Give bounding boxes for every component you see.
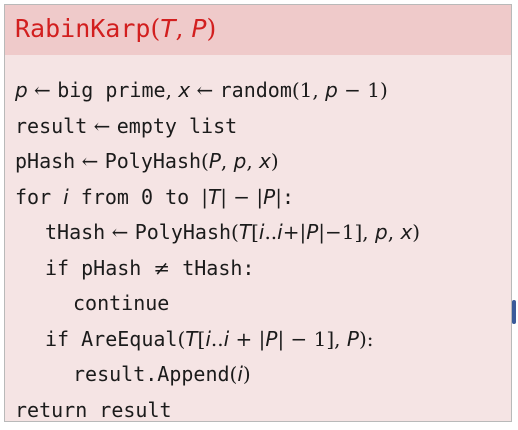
title-arg-p: P <box>191 14 206 43</box>
comma: , <box>166 78 179 102</box>
var-phash: pHash <box>15 149 75 173</box>
var-phash: pHash <box>81 256 141 280</box>
colon: : <box>282 185 294 209</box>
title-arg-t: T <box>160 14 175 43</box>
var-P: P <box>263 185 275 209</box>
assign-arrow: ← <box>190 78 219 102</box>
abs-bar: | <box>201 185 208 209</box>
paren-close: ) <box>243 362 251 386</box>
var-p: p <box>234 149 247 173</box>
empty-list-text: empty list <box>117 114 237 138</box>
bracket-open: [ <box>251 220 259 244</box>
assign-arrow: ← <box>28 78 57 102</box>
code-line-10: return result <box>15 395 420 430</box>
areequal-fn: AreEqual <box>81 327 177 351</box>
minus-expr: | − | <box>220 185 263 209</box>
code-line-4: for i from 0 to |T| − |P|: <box>15 182 420 218</box>
var-result: result <box>99 398 171 422</box>
var-thash: tHash <box>45 220 105 244</box>
var-x: x <box>259 149 271 173</box>
polyhash-fn: PolyHash <box>105 149 201 173</box>
var-p: p <box>325 78 338 102</box>
to-keyword: to <box>165 185 189 209</box>
var-x: x <box>400 220 412 244</box>
plus-abs: + | <box>229 327 265 351</box>
zero-value: 0 <box>141 185 153 209</box>
paren-open: ( <box>231 220 239 244</box>
big-prime-text: big prime <box>57 78 165 102</box>
code-line-5: tHash ← PolyHash(T[i..i+|P|−1], p, x) <box>15 217 420 253</box>
minus-one: |−1], <box>318 220 375 244</box>
random-args: (1, <box>292 78 325 102</box>
code-line-8: if AreEqual(T[i..i + |P| − 1], P): <box>15 324 420 360</box>
comma: , <box>246 149 259 173</box>
var-i: i <box>63 185 69 209</box>
range-dots: .. <box>211 327 224 351</box>
code-line-1: p ← big prime, x ← random(1, p − 1) <box>15 75 420 111</box>
title-name: RabinKarp <box>15 14 150 43</box>
return-keyword: return <box>15 398 87 422</box>
if-keyword: if <box>45 327 69 351</box>
title-bar: RabinKarp(T, P) <box>5 5 511 55</box>
code-line-9: result.Append(i) <box>15 359 420 395</box>
assign-arrow: ← <box>105 220 134 244</box>
code-line-3: pHash ← PolyHash(P, p, x) <box>15 146 420 182</box>
paren-close-colon: ): <box>359 327 374 351</box>
var-result: result <box>15 114 87 138</box>
cursor-edge-marker <box>512 300 516 324</box>
assign-arrow: ← <box>75 149 104 173</box>
title-paren-open: ( <box>150 14 160 43</box>
pseudocode-card: RabinKarp(T, P) p ← big prime, x ← rando… <box>4 4 512 422</box>
var-p: p <box>375 220 388 244</box>
comma: , <box>388 220 401 244</box>
for-keyword: for <box>15 185 51 209</box>
append-call: result.Append <box>73 362 230 386</box>
var-p: p <box>15 78 28 102</box>
abs-bar: | <box>275 185 282 209</box>
var-P: P <box>306 220 318 244</box>
var-P: P <box>209 149 221 173</box>
var-T: T <box>239 220 251 244</box>
comma: , <box>221 149 234 173</box>
algorithm-title: RabinKarp(T, P) <box>15 13 216 45</box>
random-args-tail: − 1) <box>338 78 388 102</box>
minus-one: | − 1], <box>277 327 346 351</box>
title-comma: , <box>176 14 192 43</box>
paren-open: ( <box>201 149 209 173</box>
var-P: P <box>347 327 359 351</box>
continue-keyword: continue <box>73 291 169 315</box>
var-T: T <box>185 327 197 351</box>
title-paren-close: ) <box>207 14 217 43</box>
from-keyword: from <box>81 185 129 209</box>
random-fn: random <box>220 78 292 102</box>
code-line-2: result ← empty list <box>15 111 420 147</box>
var-thash: tHash: <box>182 256 254 280</box>
var-T: T <box>208 185 220 209</box>
code-line-7: continue <box>15 288 420 324</box>
code-line-6: if pHash ≠ tHash: <box>15 253 420 289</box>
paren-close: ) <box>271 149 279 173</box>
not-equal-sign: ≠ <box>153 256 170 280</box>
plus-abs: +| <box>283 220 307 244</box>
range-dots: .. <box>264 220 277 244</box>
if-keyword: if <box>45 256 69 280</box>
polyhash-fn: PolyHash <box>135 220 231 244</box>
code-block: p ← big prime, x ← random(1, p − 1) resu… <box>15 75 420 430</box>
paren-close: ) <box>412 220 420 244</box>
var-P: P <box>265 327 277 351</box>
var-x: x <box>178 78 190 102</box>
assign-arrow: ← <box>87 114 116 138</box>
